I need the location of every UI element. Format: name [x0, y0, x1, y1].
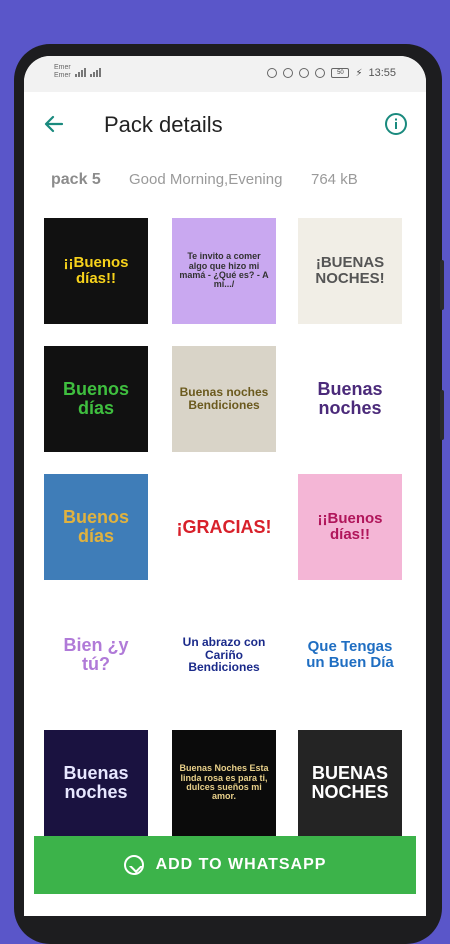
sticker-text: Buenos días: [62, 507, 129, 546]
sticker-1[interactable]: ¡¡Buenos días!!: [44, 218, 148, 324]
add-to-whatsapp-button[interactable]: ADD TO WHATSAPP: [34, 836, 416, 894]
status-time: 13:55: [368, 67, 396, 79]
sticker-14[interactable]: Buenas Noches Esta linda rosa es para ti…: [172, 730, 276, 836]
sticker-10[interactable]: Bien ¿y tú?: [44, 602, 148, 708]
volume-button: [440, 260, 444, 310]
arrow-left-icon: [44, 115, 64, 133]
sticker-4[interactable]: Buenos días: [44, 346, 148, 452]
sticker-15[interactable]: BUENAS NOCHES: [298, 730, 402, 836]
status-left: Emer Emer: [54, 64, 101, 80]
pack-size: 764 kB: [311, 171, 358, 188]
sticker-7[interactable]: Buenos días: [44, 474, 148, 580]
sticker-text: BUENAS NOCHES: [311, 763, 389, 802]
mute-icon: [299, 68, 310, 78]
app-bar: Pack details: [24, 96, 426, 156]
signal-2-icon: [89, 67, 101, 77]
sticker-11[interactable]: Un abrazo con Cariño Bendiciones: [172, 602, 276, 708]
sticker-3[interactable]: ¡BUENAS NOCHES!: [298, 218, 402, 324]
alarm-icon: [283, 68, 294, 78]
status-bar: Emer Emer 50 ⚡ 13:55: [24, 56, 426, 92]
sticker-text: Buenas noches Bendiciones: [179, 385, 269, 412]
charging-icon: ⚡: [355, 67, 363, 79]
carrier-line-1: Emer: [54, 64, 71, 71]
sticker-text: ¡¡Buenos días!!: [317, 510, 383, 543]
sticker-text: ¡¡Buenos días!!: [63, 254, 129, 287]
sticker-12[interactable]: Que Tengas un Buen Día: [298, 602, 402, 708]
sticker-text: ¡GRACIAS!: [176, 516, 272, 537]
sticker-text: Te invito a comer algo que hizo mi mamá …: [179, 251, 269, 290]
sticker-9[interactable]: ¡¡Buenos días!!: [298, 474, 402, 580]
sticker-text: Buenas Noches Esta linda rosa es para ti…: [179, 763, 269, 802]
sticker-text: Que Tengas un Buen Día: [306, 638, 394, 671]
carrier-label: Emer Emer: [54, 64, 71, 80]
pack-publisher: Good Morning,Evening: [129, 171, 283, 188]
info-button[interactable]: [384, 112, 408, 136]
carrier-line-2: Emer: [54, 72, 71, 79]
sticker-8[interactable]: ¡GRACIAS!: [172, 474, 276, 580]
back-button[interactable]: [42, 112, 66, 136]
signal-icon: [74, 67, 86, 77]
sticker-text: Un abrazo con Cariño Bendiciones: [182, 635, 266, 675]
sticker-text: Buenos días: [62, 379, 129, 418]
pack-name: pack 5: [51, 171, 101, 188]
power-button: [440, 390, 444, 440]
sticker-text: ¡BUENAS NOCHES!: [315, 254, 385, 287]
sticker-6[interactable]: Buenas noches: [298, 346, 402, 452]
info-icon: [385, 113, 407, 135]
sticker-13[interactable]: Buenas noches: [44, 730, 148, 836]
eye-icon: [267, 68, 278, 78]
status-right: 50 ⚡ 13:55: [267, 67, 396, 79]
sticker-text: Buenas noches: [317, 379, 383, 418]
sticker-2[interactable]: Te invito a comer algo que hizo mi mamá …: [172, 218, 276, 324]
screen: Emer Emer 50 ⚡ 13:55 Pack details pack 5…: [24, 56, 426, 916]
page-title: Pack details: [104, 112, 223, 137]
sticker-5[interactable]: Buenas noches Bendiciones: [172, 346, 276, 452]
whatsapp-icon: [123, 855, 144, 875]
sticker-text: Buenas noches: [63, 763, 129, 802]
sticker-text: Bien ¿y tú?: [63, 635, 129, 674]
wifi-icon: [315, 68, 326, 78]
battery-icon: 50: [331, 68, 350, 78]
add-to-whatsapp-label: ADD TO WHATSAPP: [155, 856, 327, 873]
pack-meta: pack 5 Good Morning,Evening 764 kB: [51, 171, 411, 191]
